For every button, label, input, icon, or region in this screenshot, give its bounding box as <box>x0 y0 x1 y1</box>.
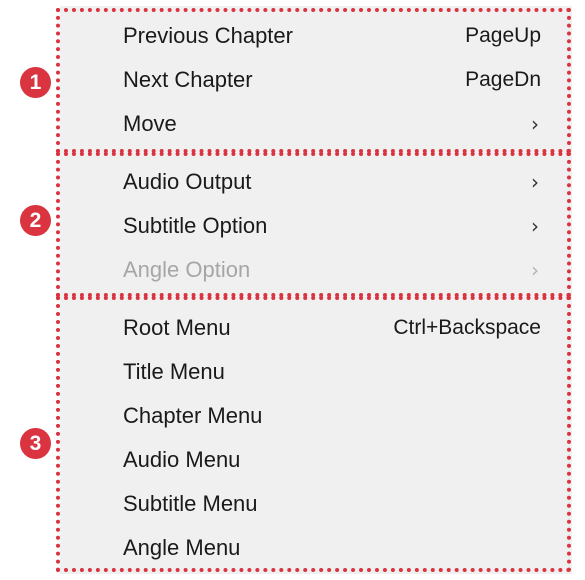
chevron-right-icon: › <box>531 112 539 136</box>
menu-item-move[interactable]: Move › <box>123 102 541 146</box>
menu-item-shortcut: Ctrl+Backspace <box>393 316 541 339</box>
menu-item-label: Audio Output <box>123 169 252 194</box>
menu-item-label: Root Menu <box>123 315 231 340</box>
menu-item-next-chapter[interactable]: Next Chapter PageDn <box>123 58 541 102</box>
menu-item-label: Angle Menu <box>123 535 241 560</box>
menu-item-label: Angle Option <box>123 257 251 282</box>
menu-item-shortcut: PageUp <box>465 24 541 47</box>
menu-item-label: Chapter Menu <box>123 403 263 428</box>
menu-item-subtitle-menu[interactable]: Subtitle Menu <box>123 482 541 526</box>
chevron-right-icon: › <box>531 170 539 194</box>
badge-2: 2 <box>20 205 51 236</box>
menu-item-chapter-menu[interactable]: Chapter Menu <box>123 394 541 438</box>
badge-3: 3 <box>20 428 51 459</box>
menu-item-audio-output[interactable]: Audio Output › <box>123 160 541 204</box>
menu-item-label: Move <box>123 111 177 136</box>
menu-item-label: Subtitle Menu <box>123 491 258 516</box>
menu-item-label: Previous Chapter <box>123 23 293 48</box>
chevron-right-icon: › <box>531 214 539 238</box>
chevron-right-icon: › <box>531 258 539 282</box>
menu-item-angle-menu[interactable]: Angle Menu <box>123 526 541 570</box>
menu-item-label: Title Menu <box>123 359 225 384</box>
menu-item-audio-menu[interactable]: Audio Menu <box>123 438 541 482</box>
menu-item-root-menu[interactable]: Root Menu Ctrl+Backspace <box>123 306 541 350</box>
menu-item-label: Audio Menu <box>123 447 241 472</box>
menu-item-subtitle-option[interactable]: Subtitle Option › <box>123 204 541 248</box>
menu-item-label: Subtitle Option <box>123 213 268 238</box>
badge-1: 1 <box>20 67 51 98</box>
menu-item-angle-option: Angle Option › <box>123 248 541 292</box>
menu-item-shortcut: PageDn <box>465 68 541 91</box>
menu-item-title-menu[interactable]: Title Menu <box>123 350 541 394</box>
menu-item-label: Next Chapter <box>123 67 253 92</box>
menu-item-previous-chapter[interactable]: Previous Chapter PageUp <box>123 14 541 58</box>
